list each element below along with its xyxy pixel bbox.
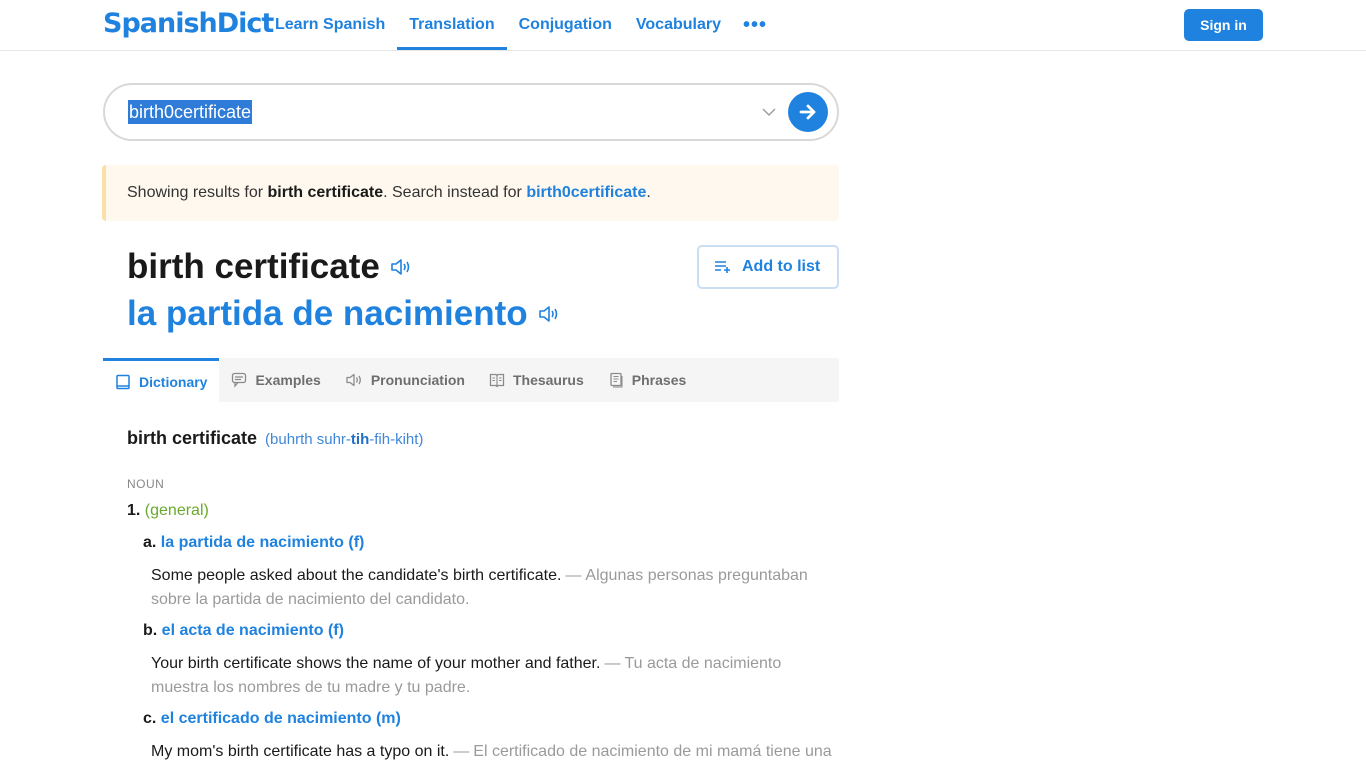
translation-item: c. el certificado de nacimiento (m): [143, 710, 401, 728]
sense-number: 1.: [127, 502, 141, 519]
translation-link[interactable]: el certificado de nacimiento (m): [161, 710, 401, 727]
nav-vocabulary[interactable]: Vocabulary: [624, 0, 733, 50]
search-input-selected-text: birth0certificate: [128, 100, 253, 124]
example-dash: —: [453, 743, 470, 760]
notice-prefix: Showing results for: [127, 184, 264, 201]
example-sentence: Some people asked about the candidate's …: [151, 564, 831, 612]
entry-word: birth certificate: [127, 428, 258, 448]
translation-link[interactable]: el acta de nacimiento (f): [162, 622, 344, 639]
translation-letter: c.: [143, 710, 157, 727]
translation-text[interactable]: la partida de nacimiento: [127, 293, 528, 335]
translation-item: a. la partida de nacimiento (f): [143, 534, 364, 552]
search-box: birth0certificate: [103, 83, 839, 141]
playlist-add-icon: [715, 261, 730, 273]
example-dash: —: [604, 655, 621, 672]
search-submit-button[interactable]: [788, 92, 828, 132]
ellipsis-icon: •••: [743, 13, 768, 36]
tab-label: Thesaurus: [512, 372, 584, 388]
add-to-list-label: Add to list: [742, 258, 821, 275]
main-nav: Learn Spanish Translation Conjugation Vo…: [263, 0, 777, 50]
spanishdict-logo[interactable]: SpanishDict: [103, 8, 274, 40]
chevron-down-icon[interactable]: [761, 104, 777, 120]
tab-label: Phrases: [631, 372, 687, 388]
example-dash: —: [565, 567, 582, 584]
nav-conjugation[interactable]: Conjugation: [507, 0, 624, 50]
speaker-icon[interactable]: [390, 257, 412, 277]
part-of-speech: NOUN: [127, 477, 165, 491]
pron-part: (buhrth suhr-: [265, 431, 351, 448]
spelling-notice: Showing results for birth certificate. S…: [102, 165, 839, 221]
translation-letter: b.: [143, 622, 158, 639]
sense-context: (general): [144, 502, 209, 519]
tab-examples[interactable]: Examples: [219, 358, 332, 402]
add-to-list-button[interactable]: Add to list: [697, 245, 839, 289]
example-english: Some people asked about the candidate's …: [151, 567, 562, 584]
corrected-query: birth certificate: [267, 184, 384, 201]
nav-translation[interactable]: Translation: [397, 0, 507, 50]
translation-link[interactable]: la partida de nacimiento (f): [161, 534, 365, 551]
book-icon: [116, 374, 130, 389]
sense-header: 1. (general): [127, 502, 209, 520]
pron-part: -fih-kiht): [369, 431, 424, 448]
tab-label: Pronunciation: [370, 372, 465, 388]
tab-label: Examples: [255, 372, 321, 388]
sign-in-button[interactable]: Sign in: [1184, 9, 1263, 41]
speaker-icon: [346, 373, 361, 387]
example-english: Your birth certificate shows the name of…: [151, 655, 601, 672]
document-icon: [610, 372, 623, 388]
tab-dictionary[interactable]: Dictionary: [103, 358, 220, 402]
chat-icon: [232, 372, 247, 388]
translation-item: b. el acta de nacimiento (f): [143, 622, 344, 640]
headword: birth certificate: [127, 246, 412, 288]
example-sentence: My mom's birth certificate has a typo on…: [151, 740, 851, 764]
search-original-link[interactable]: birth0certificate: [526, 184, 646, 202]
tab-thesaurus[interactable]: Thesaurus: [477, 358, 596, 402]
notice-middle: . Search instead for: [383, 184, 522, 201]
arrow-right-icon: [799, 104, 816, 120]
pron-stress: tih: [350, 431, 370, 448]
notice-suffix: .: [646, 184, 651, 201]
example-sentence: Your birth certificate shows the name of…: [151, 652, 831, 700]
more-menu-button[interactable]: •••: [733, 0, 777, 50]
translation-letter: a.: [143, 534, 157, 551]
entry-pronunciation[interactable]: (buhrth suhr-tih-fih-kiht): [265, 431, 423, 448]
open-book-icon: [489, 373, 505, 388]
tab-label: Dictionary: [139, 373, 208, 390]
entry-header: birth certificate (buhrth suhr-tih-fih-k…: [127, 428, 423, 449]
example-english: My mom's birth certificate has a typo on…: [151, 743, 450, 760]
content-tabs: Dictionary Examples Pronunciation Thesau…: [103, 358, 839, 402]
top-header: SpanishDict Learn Spanish Translation Co…: [0, 0, 1366, 51]
example-spanish: El certificado de nacimiento de mi mamá …: [473, 743, 832, 760]
tab-pronunciation[interactable]: Pronunciation: [333, 358, 477, 402]
headword-translation: la partida de nacimiento: [127, 293, 560, 335]
speaker-icon[interactable]: [538, 304, 560, 324]
headword-text: birth certificate: [127, 247, 380, 286]
tab-phrases[interactable]: Phrases: [596, 358, 698, 402]
nav-learn-spanish[interactable]: Learn Spanish: [263, 0, 397, 50]
